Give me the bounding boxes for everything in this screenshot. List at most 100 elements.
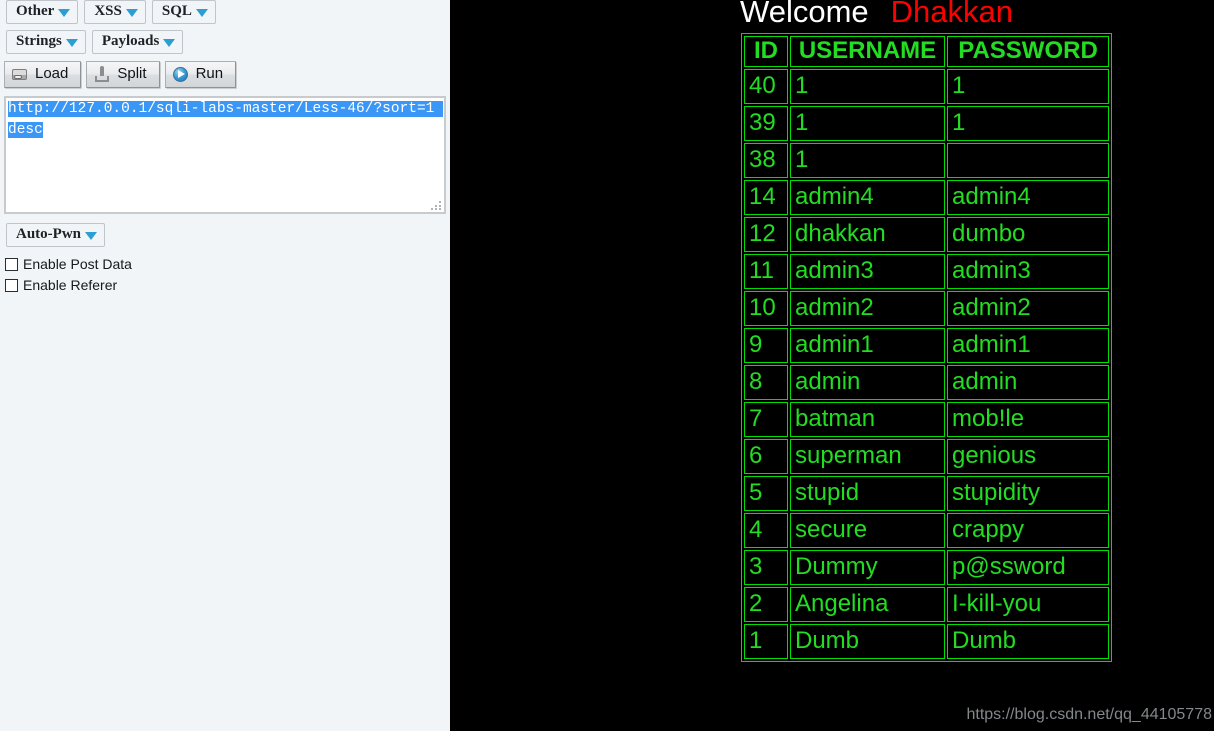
cell-username: Dummy	[790, 550, 945, 585]
cell-id: 11	[744, 254, 788, 289]
auto-pwn-row: Auto-Pwn	[0, 214, 450, 247]
checkbox-row-enable-referer[interactable]: Enable Referer	[0, 277, 450, 293]
dropdown-xss-label: XSS	[94, 3, 122, 19]
url-input[interactable]: http://127.0.0.1/sqli-labs-master/Less-4…	[4, 96, 446, 214]
welcome-word: Welcome	[740, 0, 869, 29]
column-header-id: ID	[744, 36, 788, 67]
watermark: https://blog.csdn.net/qq_44105778	[966, 706, 1212, 723]
dropdown-sql-label: SQL	[161, 3, 192, 19]
run-button[interactable]: Run	[164, 61, 237, 88]
enable-post-data-label: Enable Post Data	[23, 256, 132, 272]
dropdown-strings[interactable]: Strings	[6, 30, 86, 54]
split-button[interactable]: Split	[86, 61, 160, 88]
cell-username: stupid	[790, 476, 945, 511]
cell-id: 10	[744, 291, 788, 326]
dropdown-payloads[interactable]: Payloads	[91, 30, 184, 54]
cell-id: 6	[744, 439, 788, 474]
welcome-username: Dhakkan	[890, 0, 1013, 29]
enable-post-data-checkbox[interactable]	[5, 257, 18, 271]
cell-username: 1	[790, 69, 945, 104]
cell-username: secure	[790, 513, 945, 548]
drive-icon	[10, 65, 30, 83]
cell-username: admin4	[790, 180, 945, 215]
table-row: 10 admin2 admin2	[744, 291, 1109, 326]
load-button[interactable]: Load	[4, 61, 82, 88]
cell-id: 4	[744, 513, 788, 548]
textarea-resize-handle[interactable]	[431, 200, 441, 210]
table-row: 3 Dummy p@ssword	[744, 550, 1109, 585]
enable-referer-label: Enable Referer	[23, 277, 118, 293]
load-button-label: Load	[35, 65, 69, 82]
cell-password: Dumb	[947, 624, 1109, 659]
cell-id: 39	[744, 106, 788, 141]
cell-id: 7	[744, 402, 788, 437]
dropdown-row-2: Strings Payloads	[0, 24, 450, 54]
cell-id: 38	[744, 143, 788, 178]
cell-id: 2	[744, 587, 788, 622]
cell-username: admin3	[790, 254, 945, 289]
hackbar-tool-panel: Other XSS SQL Strings Payloads Load Spli…	[0, 0, 450, 731]
cell-username: Dumb	[790, 624, 945, 659]
dump-table-body: 40 1 1 39 1 1 38 1 14 admin4 admin4 12 dhakkan dumbo 1…	[744, 69, 1109, 659]
cell-username: admin	[790, 365, 945, 400]
table-row: 39 1 1	[744, 106, 1109, 141]
chevron-down-icon	[85, 231, 98, 240]
table-row: 40 1 1	[744, 69, 1109, 104]
cell-password: admin4	[947, 180, 1109, 215]
cell-password	[947, 143, 1109, 178]
dropdown-xss[interactable]: XSS	[84, 0, 146, 24]
auto-pwn-label: Auto-Pwn	[16, 226, 82, 242]
column-header-password: PASSWORD	[947, 36, 1109, 67]
cell-password: 1	[947, 69, 1109, 104]
cell-password: admin	[947, 365, 1109, 400]
table-header-row: ID USERNAME PASSWORD	[744, 36, 1109, 67]
table-row: 2 Angelina I-kill-you	[744, 587, 1109, 622]
table-row: 4 secure crappy	[744, 513, 1109, 548]
cell-password: genious	[947, 439, 1109, 474]
cell-password: admin2	[947, 291, 1109, 326]
cell-id: 12	[744, 217, 788, 252]
table-row: 6 superman genious	[744, 439, 1109, 474]
cell-id: 5	[744, 476, 788, 511]
dropdown-auto-pwn[interactable]: Auto-Pwn	[6, 223, 106, 247]
chevron-down-icon	[125, 8, 138, 17]
dropdown-sql[interactable]: SQL	[151, 0, 216, 24]
cell-username: 1	[790, 143, 945, 178]
dropdown-other-label: Other	[16, 3, 55, 19]
table-row: 7 batman mob!le	[744, 402, 1109, 437]
cell-password: I-kill-you	[947, 587, 1109, 622]
table-row: 1 Dumb Dumb	[744, 624, 1109, 659]
cell-username: admin1	[790, 328, 945, 363]
column-header-username: USERNAME	[790, 36, 945, 67]
cell-username: 1	[790, 106, 945, 141]
screwdriver-icon	[92, 65, 112, 83]
cell-id: 8	[744, 365, 788, 400]
table-row: 14 admin4 admin4	[744, 180, 1109, 215]
chevron-down-icon	[58, 8, 71, 17]
enable-referer-checkbox[interactable]	[5, 278, 18, 292]
cell-id: 3	[744, 550, 788, 585]
chevron-down-icon	[65, 38, 78, 47]
dropdown-strings-label: Strings	[16, 33, 62, 49]
table-row: 11 admin3 admin3	[744, 254, 1109, 289]
cell-password: admin1	[947, 328, 1109, 363]
dump-table-head: ID USERNAME PASSWORD	[744, 36, 1109, 67]
cell-username: dhakkan	[790, 217, 945, 252]
play-circle-icon	[171, 65, 191, 83]
page-title: Welcome Dhakkan	[740, 0, 1013, 31]
cell-username: admin2	[790, 291, 945, 326]
table-row: 8 admin admin	[744, 365, 1109, 400]
cell-password: 1	[947, 106, 1109, 141]
dropdown-row-1: Other XSS SQL	[0, 0, 450, 24]
url-input-selected-text: http://127.0.0.1/sqli-labs-master/Less-4…	[8, 101, 444, 138]
cell-id: 1	[744, 624, 788, 659]
table-row: 5 stupid stupidity	[744, 476, 1109, 511]
dump-table: ID USERNAME PASSWORD 40 1 1 39 1 1 38 1 14 admin4…	[741, 33, 1112, 662]
checkbox-row-enable-post-data[interactable]: Enable Post Data	[0, 256, 450, 272]
chevron-down-icon	[195, 8, 208, 17]
cell-password: stupidity	[947, 476, 1109, 511]
action-button-row: Load Split Run	[0, 54, 450, 88]
cell-username: Angelina	[790, 587, 945, 622]
dropdown-other[interactable]: Other	[6, 0, 79, 24]
sqli-result-page: Welcome Dhakkan ID USERNAME PASSWORD 40 1 1…	[450, 0, 1214, 731]
